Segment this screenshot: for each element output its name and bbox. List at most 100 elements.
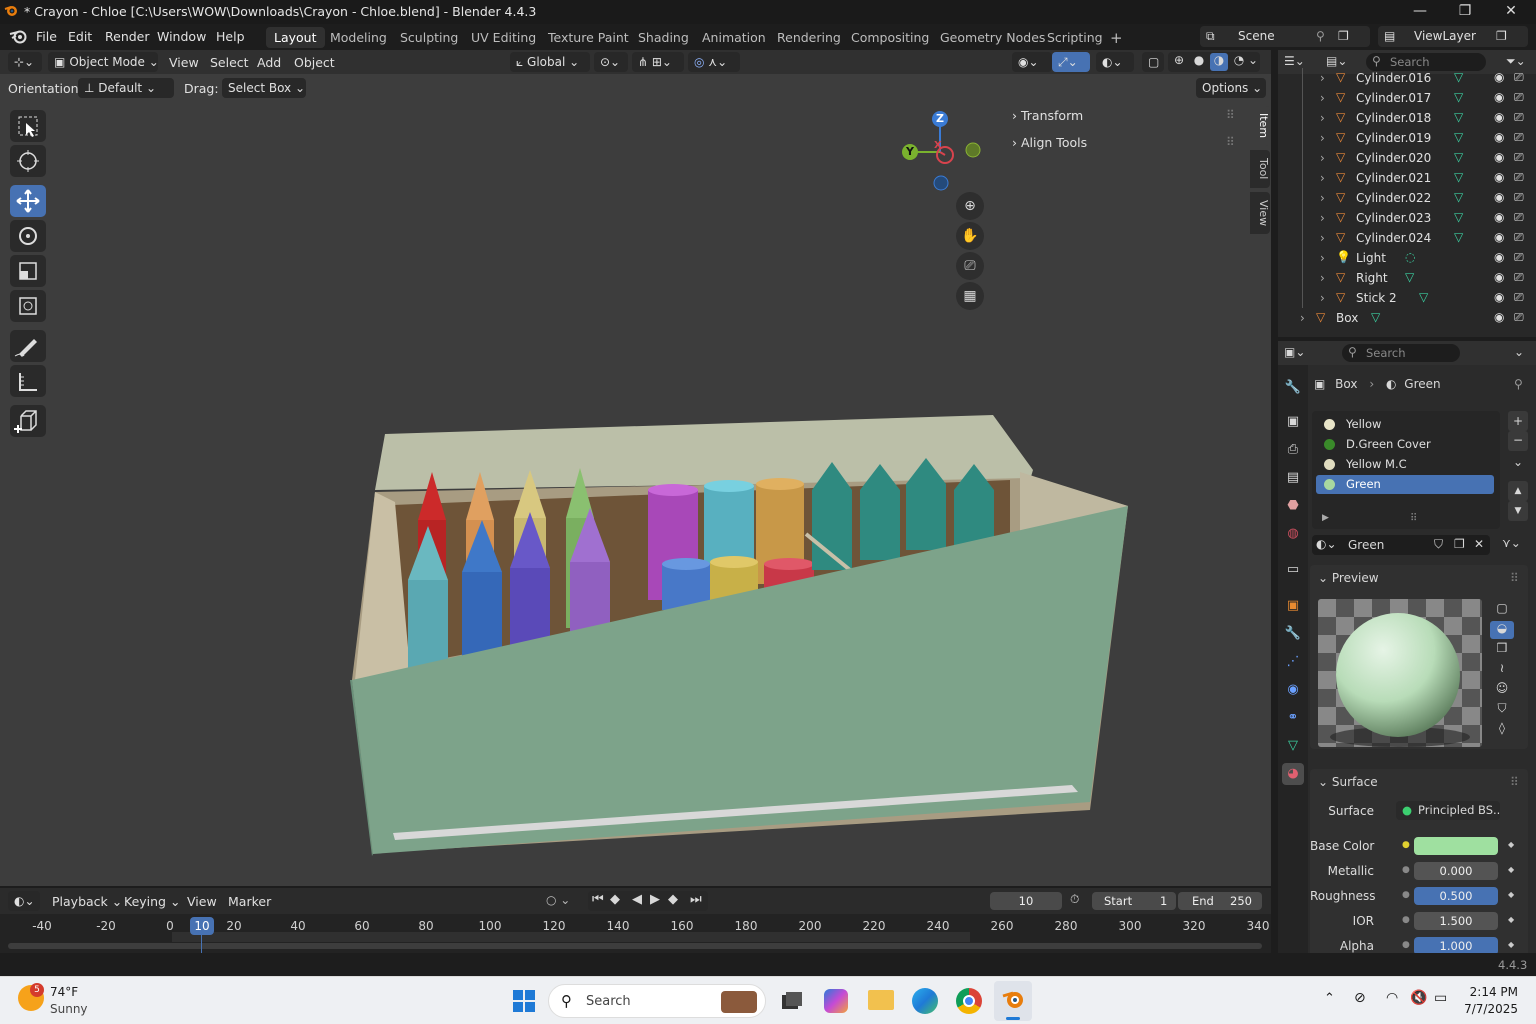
mesh-data-icon[interactable]: ▽ <box>1454 210 1463 224</box>
copilot-icon[interactable] <box>824 989 848 1013</box>
orientation-dropdown[interactable]: ⊥ Default ⌄ <box>78 78 174 98</box>
shading-options-icon[interactable]: ⌄ <box>1248 53 1258 67</box>
pivot-point-selector[interactable]: ⊙⌄ <box>594 52 628 72</box>
tab-animation[interactable]: Animation <box>694 27 774 48</box>
material-shading-icon[interactable]: ◑ <box>1210 53 1228 71</box>
outliner-editor-icon[interactable]: ☰⌄ <box>1284 54 1305 68</box>
new-scene-icon[interactable]: ❐ <box>1338 26 1349 47</box>
physics-tab-icon[interactable]: ◉ <box>1282 679 1304 701</box>
render-camera-icon[interactable]: ⎚ <box>1514 130 1524 145</box>
field-value[interactable] <box>1414 837 1498 855</box>
outliner-row[interactable]: › ▽ Cylinder.020 ▽ ◉ ⎚ <box>1278 148 1536 168</box>
visibility-eye-icon[interactable]: ◉ <box>1494 290 1504 304</box>
outliner-row[interactable]: › ▽ Cylinder.018 ▽ ◉ ⎚ <box>1278 108 1536 128</box>
preview-cloth-icon[interactable]: ⛉ <box>1490 701 1514 719</box>
maximize-button[interactable]: ❐ <box>1442 0 1488 24</box>
end-frame-field[interactable]: End 250 <box>1178 892 1262 910</box>
tab-rendering[interactable]: Rendering <box>769 27 849 48</box>
material-tab-icon[interactable]: ◕ <box>1282 763 1304 785</box>
chrome-browser-icon[interactable] <box>956 988 982 1014</box>
scene-tab-icon[interactable]: ⬣ <box>1282 495 1304 517</box>
outliner-row[interactable]: › ▽ Cylinder.016 ▽ ◉ ⎚ <box>1278 68 1536 88</box>
visibility-eye-icon[interactable]: ◉ <box>1494 190 1504 204</box>
constraints-tab-icon[interactable]: ⚭ <box>1282 707 1304 729</box>
minimize-button[interactable]: — <box>1397 0 1443 24</box>
tool-tab-icon[interactable]: 🔧 <box>1282 377 1304 399</box>
select-box-tool[interactable] <box>10 110 46 142</box>
3d-viewport[interactable]: ⊹⌄ ▣ Object Mode ⌄ View Select Add Object… <box>0 50 1271 886</box>
blender-taskbar-button[interactable] <box>994 981 1032 1021</box>
socket-dot-icon[interactable]: ● <box>1402 840 1410 850</box>
socket-dot-icon[interactable]: ● <box>1402 940 1410 950</box>
drag-dropdown[interactable]: Select Box ⌄ <box>222 78 306 98</box>
visibility-eye-icon[interactable]: ◉ <box>1494 130 1504 144</box>
material-slot[interactable]: Yellow <box>1316 415 1494 434</box>
display-mode-icon[interactable]: ▤⌄ <box>1326 54 1347 68</box>
view-layer-selector[interactable]: ▤ ViewLayer ❐ <box>1378 26 1528 47</box>
scene-selector[interactable]: ⧉ Scene ⚲ ❐ <box>1200 26 1370 47</box>
camera-view-icon[interactable]: ⎚ <box>956 252 984 280</box>
mesh-data-icon[interactable]: ▽ <box>1454 130 1463 144</box>
fake-user-shield-icon[interactable]: ⛉ <box>1434 537 1443 552</box>
expand-chevron-icon[interactable]: › <box>1320 171 1325 185</box>
keying-menu[interactable]: Keying ⌄ <box>124 894 180 909</box>
taskbar-search[interactable]: ⚲ Search <box>548 984 766 1018</box>
task-view-icon[interactable] <box>780 989 804 1013</box>
mode-selector[interactable]: ▣ Object Mode ⌄ <box>48 52 159 72</box>
marker-menu[interactable]: Marker <box>228 894 271 909</box>
drag-handle-icon[interactable]: ⠿ <box>1510 571 1519 585</box>
expand-chevron-icon[interactable]: › <box>1320 151 1325 165</box>
current-frame-field[interactable]: 10 <box>990 892 1062 910</box>
render-camera-icon[interactable]: ⎚ <box>1514 250 1524 265</box>
move-slot-up-button[interactable]: ▲ <box>1508 481 1528 501</box>
render-camera-icon[interactable]: ⎚ <box>1514 230 1524 245</box>
playback-menu[interactable]: Playback ⌄ <box>52 894 122 909</box>
outliner-row[interactable]: › ▽ Cylinder.024 ▽ ◉ ⎚ <box>1278 228 1536 248</box>
mesh-data-icon[interactable]: ▽ <box>1454 190 1463 204</box>
keyframe-dot-icon[interactable]: ◆ <box>1508 915 1514 924</box>
data-tab-icon[interactable]: ▽ <box>1282 735 1304 757</box>
blender-menu-icon[interactable] <box>9 28 27 44</box>
render-camera-icon[interactable]: ⎚ <box>1514 310 1524 325</box>
zoom-icon[interactable]: ⊕ <box>956 192 984 220</box>
surface-shader-dropdown[interactable]: ● Principled BS... <box>1396 801 1500 820</box>
cursor-tool[interactable] <box>10 145 46 177</box>
rotate-tool[interactable] <box>10 220 46 252</box>
menu-edit[interactable]: Edit <box>68 29 92 44</box>
tab-view[interactable]: View <box>1250 192 1270 234</box>
view-layer-tab-icon[interactable]: ▤ <box>1282 467 1304 489</box>
editor-type-selector[interactable]: ⊹⌄ <box>8 52 42 72</box>
edge-browser-icon[interactable] <box>912 988 938 1014</box>
outliner-row[interactable]: › ▽ Stick 2 ▽ ◉ ⎚ <box>1278 288 1536 308</box>
menu-file[interactable]: File <box>36 29 57 44</box>
world-tab-icon[interactable]: ◍ <box>1282 523 1304 545</box>
pin-icon[interactable]: ⚲ <box>1316 26 1325 47</box>
show-hidden-icons-chevron[interactable]: ⌃ <box>1324 991 1335 1006</box>
render-camera-icon[interactable]: ⎚ <box>1514 90 1524 105</box>
transform-panel-header[interactable]: › Transform <box>1012 108 1083 123</box>
render-camera-icon[interactable]: ⎚ <box>1514 210 1524 225</box>
unlink-material-icon[interactable]: ✕ <box>1474 537 1484 551</box>
weather-desc[interactable]: Sunny <box>50 1002 88 1016</box>
add-workspace-icon[interactable]: + <box>1110 29 1123 47</box>
scale-tool[interactable] <box>10 255 46 287</box>
tab-scripting[interactable]: Scripting <box>1039 27 1111 48</box>
render-camera-icon[interactable]: ⎚ <box>1514 150 1524 165</box>
render-camera-icon[interactable]: ⎚ <box>1514 170 1524 185</box>
visibility-eye-icon[interactable]: ◉ <box>1494 170 1504 184</box>
expand-chevron-icon[interactable]: › <box>1320 231 1325 245</box>
expand-chevron-icon[interactable]: › <box>1320 291 1325 305</box>
network-off-icon[interactable]: ⊘ <box>1354 990 1366 1006</box>
auto-keying-icon[interactable]: ○ ⌄ <box>546 893 570 907</box>
transform-tool[interactable] <box>10 290 46 322</box>
expand-chevron-icon[interactable]: › <box>1320 251 1325 265</box>
tab-modeling[interactable]: Modeling <box>322 27 395 48</box>
gizmo-toggle[interactable]: ⤢⌄ <box>1052 52 1090 72</box>
remove-slot-button[interactable]: − <box>1508 431 1528 451</box>
add-cube-tool[interactable] <box>10 405 46 437</box>
menu-view[interactable]: View <box>169 55 199 70</box>
light-data-icon[interactable]: ◌ <box>1405 250 1415 264</box>
outliner-row[interactable]: › ▽ Cylinder.019 ▽ ◉ ⎚ <box>1278 128 1536 148</box>
socket-dot-icon[interactable]: ● <box>1402 865 1410 875</box>
mesh-data-icon[interactable]: ▽ <box>1454 110 1463 124</box>
